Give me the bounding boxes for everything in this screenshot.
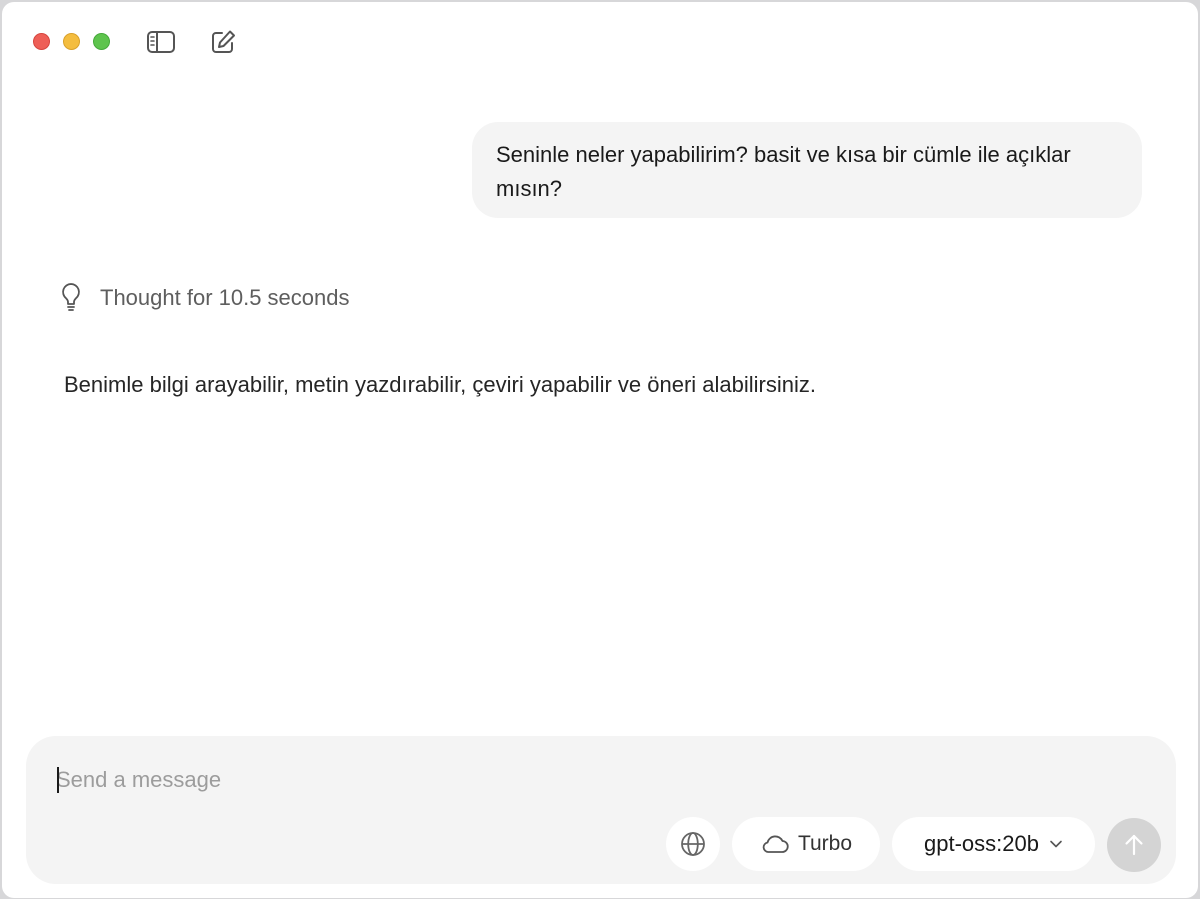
thought-toggle[interactable]: Thought for 10.5 seconds xyxy=(60,280,350,316)
title-bar xyxy=(2,2,1198,80)
assistant-message-text: Benimle bilgi arayabilir, metin yazdırab… xyxy=(64,372,816,397)
new-chat-button[interactable] xyxy=(208,28,238,56)
message-composer: Turbo gpt-oss:20b xyxy=(26,736,1176,884)
sidebar-toggle-button[interactable] xyxy=(146,28,176,56)
user-message-text: Seninle neler yapabilirim? basit ve kısa… xyxy=(496,142,1071,201)
user-message: Seninle neler yapabilirim? basit ve kısa… xyxy=(472,122,1142,218)
arrow-up-icon xyxy=(1125,834,1143,856)
globe-icon xyxy=(681,832,705,856)
model-selector[interactable]: gpt-oss:20b xyxy=(892,817,1095,871)
zoom-window-button[interactable] xyxy=(93,33,110,50)
text-caret xyxy=(57,767,59,793)
model-label: gpt-oss:20b xyxy=(924,831,1039,856)
send-button[interactable] xyxy=(1107,818,1161,872)
turbo-label: Turbo xyxy=(797,832,853,855)
message-input[interactable] xyxy=(56,760,1136,800)
turbo-button[interactable]: Turbo xyxy=(732,817,880,871)
minimize-window-button[interactable] xyxy=(63,33,80,50)
chevron-down-icon xyxy=(1050,840,1062,848)
web-search-button[interactable] xyxy=(666,817,720,871)
thought-label: Thought for 10.5 seconds xyxy=(100,285,350,310)
cloud-icon xyxy=(762,835,789,853)
lightbulb-icon xyxy=(60,281,84,315)
new-chat-icon xyxy=(212,30,235,53)
sidebar-toggle-icon xyxy=(147,31,175,53)
close-window-button[interactable] xyxy=(33,33,50,50)
app-window: Seninle neler yapabilirim? basit ve kısa… xyxy=(2,2,1198,898)
assistant-message: Benimle bilgi arayabilir, metin yazdırab… xyxy=(64,366,816,404)
